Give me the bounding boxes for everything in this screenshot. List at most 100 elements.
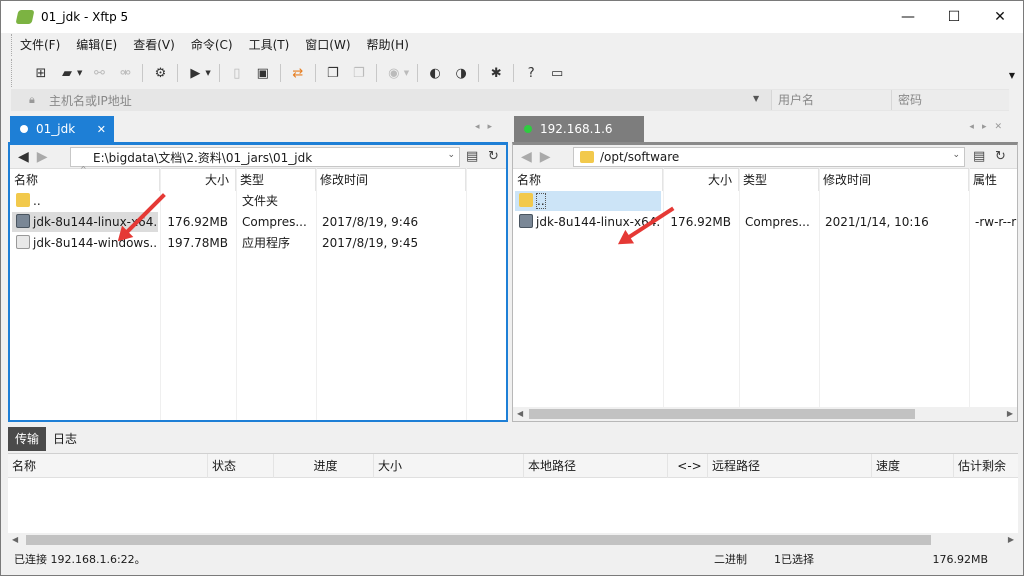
properties-icon[interactable]: ▣ xyxy=(254,64,272,82)
menu-help[interactable]: 帮助(H) xyxy=(359,34,417,56)
scrollbar-thumb[interactable] xyxy=(26,535,931,545)
copy-icon[interactable]: ❐ xyxy=(324,64,342,82)
scroll-left-arrow-icon[interactable]: ◀ xyxy=(517,407,523,421)
tab-log[interactable]: 日志 xyxy=(46,427,84,451)
file-name-cell[interactable]: .. xyxy=(515,191,661,211)
column-type[interactable]: 类型 xyxy=(739,169,819,191)
gear-icon[interactable]: ✱ xyxy=(487,64,505,82)
local-file-panel: ◀ ▶ E:\bigdata\文档\2.资料\01_jars\01_jdk ⌄ … xyxy=(8,142,508,422)
menu-view[interactable]: 查看(V) xyxy=(125,34,183,56)
tab-remote[interactable]: 192.168.1.6 xyxy=(514,116,644,142)
menu-tools[interactable]: 工具(T) xyxy=(241,34,298,56)
remote-tabstrip: 192.168.1.6 ◂▸✕ xyxy=(512,116,1018,142)
column-name[interactable]: 名称 xyxy=(513,169,663,191)
local-tabstrip: 01_jdk ✕ ◂▸ xyxy=(8,116,508,142)
scroll-left-arrow-icon[interactable]: ◀ xyxy=(12,533,18,547)
xftp-icon[interactable]: ◑ xyxy=(452,64,470,82)
tab-scroll-arrows[interactable]: ◂▸ xyxy=(475,122,500,132)
open-dropdown-icon[interactable]: ▼ xyxy=(77,69,82,77)
chevron-down-icon[interactable]: ⌄ xyxy=(952,150,960,160)
menu-edit[interactable]: 编辑(E) xyxy=(68,34,125,56)
file-name-cell[interactable]: jdk-8u144-windows... xyxy=(12,233,158,253)
back-arrow-icon[interactable]: ◀ xyxy=(18,149,29,165)
transfer-column-header: 名称 状态 进度 大小 本地路径 <-> 远程路径 速度 估计剩余 xyxy=(8,454,1018,478)
remote-path-input[interactable]: /opt/software ⌄ xyxy=(573,147,965,167)
column-modified[interactable]: 修改时间 xyxy=(316,169,466,191)
menu-file[interactable]: 文件(F) xyxy=(12,34,68,56)
column-attributes[interactable]: 属性 xyxy=(969,169,1017,191)
column-size[interactable]: 大小 xyxy=(374,454,524,478)
menu-command[interactable]: 命令(C) xyxy=(183,34,241,56)
column-status[interactable]: 状态 xyxy=(208,454,274,478)
new-session-icon[interactable]: ⊞ xyxy=(32,64,50,82)
column-type[interactable]: 类型 xyxy=(236,169,316,191)
local-column-header: 名称 ^ 大小 类型 修改时间 xyxy=(10,165,506,191)
file-name-cell[interactable]: .. xyxy=(12,191,158,211)
help-icon[interactable]: ? xyxy=(522,64,540,82)
column-eta[interactable]: 估计剩余 xyxy=(954,454,1018,478)
toolbar-divider xyxy=(177,64,179,82)
maximize-button[interactable]: ☐ xyxy=(931,1,977,33)
folder-action-icon[interactable]: ▤ xyxy=(973,149,985,164)
tab-transfers[interactable]: 传输 xyxy=(8,427,47,451)
remote-horizontal-scrollbar[interactable]: ◀ ▶ xyxy=(513,407,1017,421)
toolbar-divider xyxy=(513,64,515,82)
local-pane: 01_jdk ✕ ◂▸ ◀ ▶ E:\bigdata\文档\2.资料\01_ja… xyxy=(8,116,508,422)
terminal-icon[interactable]: ▶ xyxy=(186,64,204,82)
chevron-down-icon[interactable]: ⌄ xyxy=(447,150,455,160)
close-icon[interactable]: ✕ xyxy=(97,123,106,136)
file-modified: 2017/8/19, 9:46 xyxy=(322,215,419,229)
minimize-button[interactable]: — xyxy=(885,1,931,33)
column-modified[interactable]: 修改时间 xyxy=(819,169,969,191)
list-item[interactable]: .. 文件夹 xyxy=(10,191,506,211)
password-input[interactable]: 密码 xyxy=(891,90,1009,110)
column-speed[interactable]: 速度 xyxy=(872,454,954,478)
scroll-right-arrow-icon[interactable]: ▶ xyxy=(1007,407,1013,421)
host-dropdown-icon[interactable]: ▼ xyxy=(753,94,759,103)
column-size[interactable]: 大小 xyxy=(663,169,739,191)
forward-arrow-icon[interactable]: ▶ xyxy=(540,149,551,165)
username-input[interactable]: 用户名 xyxy=(771,90,897,110)
open-folder-icon[interactable]: ▰ xyxy=(58,64,76,82)
globe-dropdown-icon: ▼ xyxy=(403,69,410,77)
file-modified: 2021/1/14, 10:16 xyxy=(825,215,929,229)
list-item[interactable]: jdk-8u144-linux-x64... 176.92MB Compres.… xyxy=(10,212,506,232)
tab-scroll-arrows[interactable]: ◂▸✕ xyxy=(969,122,1010,132)
close-window-button[interactable]: ✕ xyxy=(977,1,1023,33)
column-size[interactable]: 大小 xyxy=(160,169,236,191)
chat-icon[interactable]: ▭ xyxy=(548,64,566,82)
column-local-path[interactable]: 本地路径 xyxy=(524,454,668,478)
tab-local[interactable]: 01_jdk ✕ xyxy=(10,116,114,142)
list-item[interactable]: jdk-8u144-linux-x64... 176.92MB Compres.… xyxy=(513,212,1017,232)
transfer-icon[interactable]: ⇄ xyxy=(289,64,307,82)
toolbar-overflow-icon[interactable]: ▼ xyxy=(1009,71,1015,80)
file-type: Compres... xyxy=(745,215,810,229)
back-arrow-icon[interactable]: ◀ xyxy=(521,149,532,165)
list-item[interactable]: .. xyxy=(513,191,1017,211)
folder-action-icon[interactable]: ▤ xyxy=(466,149,478,164)
column-direction-label: <-> xyxy=(677,459,702,473)
refresh-icon[interactable]: ↻ xyxy=(488,149,499,164)
column-remote-path[interactable]: 远程路径 xyxy=(708,454,872,478)
scroll-right-arrow-icon[interactable]: ▶ xyxy=(1008,533,1014,547)
list-item[interactable]: jdk-8u144-windows... 197.78MB 应用程序 2017/… xyxy=(10,233,506,253)
toolbar-divider xyxy=(314,64,316,82)
folder-icon xyxy=(580,151,594,163)
sort-caret-icon: ^ xyxy=(80,165,87,174)
column-progress[interactable]: 进度 xyxy=(274,454,374,478)
file-modified: 2017/8/19, 9:45 xyxy=(322,236,419,250)
transfer-horizontal-scrollbar[interactable]: ◀ ▶ xyxy=(8,533,1018,547)
local-path-input[interactable]: E:\bigdata\文档\2.资料\01_jars\01_jdk ⌄ xyxy=(70,147,460,167)
xshell-icon[interactable]: ◐ xyxy=(426,64,444,82)
session-properties-icon[interactable]: ⚙ xyxy=(151,64,169,82)
menu-window[interactable]: 窗口(W) xyxy=(297,34,358,56)
terminal-dropdown-icon[interactable]: ▼ xyxy=(205,69,210,77)
column-name[interactable]: 名称 xyxy=(8,454,208,478)
forward-arrow-icon[interactable]: ▶ xyxy=(37,149,48,165)
remote-path-text: /opt/software xyxy=(600,150,680,164)
host-input[interactable]: 主机名或IP地址 xyxy=(49,92,749,109)
file-size: 176.92MB xyxy=(167,215,228,229)
refresh-icon[interactable]: ↻ xyxy=(995,149,1006,164)
column-direction[interactable]: <-> xyxy=(668,454,708,478)
scrollbar-thumb[interactable] xyxy=(529,409,915,419)
